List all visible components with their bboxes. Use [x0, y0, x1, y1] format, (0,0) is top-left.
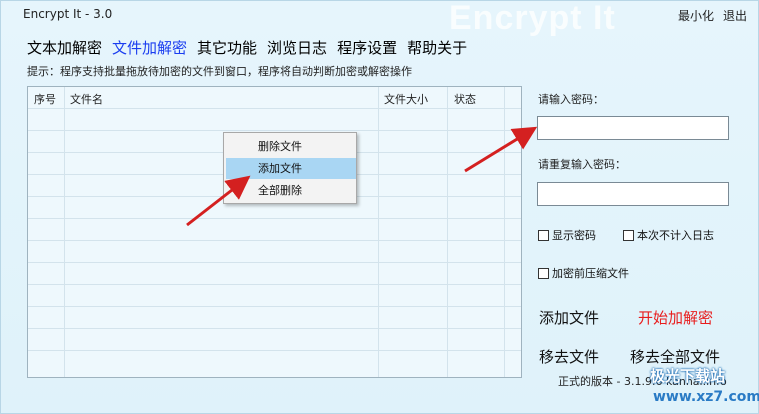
- row-divider: [28, 328, 521, 329]
- tab-help-about[interactable]: 帮助关于: [407, 37, 467, 58]
- row-divider: [28, 218, 521, 219]
- password-input[interactable]: [537, 116, 729, 140]
- menu-item-add-file[interactable]: 添加文件: [226, 158, 356, 179]
- site-watermark-url: www.xz7.com: [653, 389, 759, 405]
- show-password-checkbox[interactable]: 显示密码: [538, 227, 596, 243]
- checkbox-box[interactable]: [538, 229, 549, 241]
- start-encrypt-button[interactable]: 开始加解密: [638, 307, 713, 328]
- remove-file-button[interactable]: 移去文件: [539, 346, 599, 367]
- column-header-size[interactable]: 文件大小: [384, 91, 428, 107]
- checkbox-box[interactable]: [538, 267, 549, 279]
- hint-text: 提示：程序支持批量拖放待加密的文件到窗口，程序将自动判断加密或解密操作: [27, 65, 412, 78]
- column-header-status[interactable]: 状态: [454, 91, 476, 107]
- confirm-password-input[interactable]: [537, 182, 729, 206]
- site-watermark-logo: 极光下载站: [650, 367, 726, 385]
- tab-browse-log[interactable]: 浏览日志: [267, 37, 327, 58]
- remove-all-files-button[interactable]: 移去全部文件: [630, 346, 720, 367]
- app-window: Encrypt It - 3.0 Encrypt It 最小化 退出 文本加解密…: [0, 0, 759, 414]
- row-divider: [28, 240, 521, 241]
- password-label: 请输入密码：: [538, 93, 604, 106]
- menu-item-delete-file[interactable]: 删除文件: [226, 136, 356, 157]
- compress-label: 加密前压缩文件: [552, 267, 629, 280]
- column-header-index[interactable]: 序号: [34, 91, 56, 107]
- title-watermark: Encrypt It: [449, 0, 616, 37]
- window-title: Encrypt It - 3.0: [23, 7, 113, 21]
- tab-file-encrypt[interactable]: 文件加解密: [112, 37, 187, 58]
- show-password-label: 显示密码: [552, 229, 596, 242]
- row-divider: [28, 350, 521, 351]
- checkbox-box[interactable]: [623, 229, 634, 241]
- tab-other-functions[interactable]: 其它功能: [197, 37, 257, 58]
- no-log-label: 本次不计入日志: [637, 229, 714, 242]
- minimize-button[interactable]: 最小化: [678, 7, 714, 24]
- compress-checkbox[interactable]: 加密前压缩文件: [538, 265, 629, 281]
- close-button[interactable]: 退出: [723, 7, 747, 24]
- row-divider: [28, 108, 521, 109]
- file-list-table[interactable]: 序号 文件名 文件大小 状态: [27, 86, 522, 378]
- column-header-filename[interactable]: 文件名: [70, 91, 103, 107]
- context-menu: 删除文件 添加文件 全部删除: [223, 132, 357, 204]
- main-nav: 文本加解密 文件加解密 其它功能 浏览日志 程序设置 帮助关于: [27, 37, 467, 58]
- confirm-password-label: 请重复输入密码：: [538, 158, 626, 171]
- add-file-button[interactable]: 添加文件: [539, 307, 599, 328]
- menu-item-delete-all[interactable]: 全部删除: [226, 180, 356, 201]
- row-divider: [28, 130, 521, 131]
- tab-text-encrypt[interactable]: 文本加解密: [27, 37, 102, 58]
- row-divider: [28, 284, 521, 285]
- row-divider: [28, 262, 521, 263]
- tab-settings[interactable]: 程序设置: [337, 37, 397, 58]
- row-divider: [28, 306, 521, 307]
- no-log-checkbox[interactable]: 本次不计入日志: [623, 227, 714, 243]
